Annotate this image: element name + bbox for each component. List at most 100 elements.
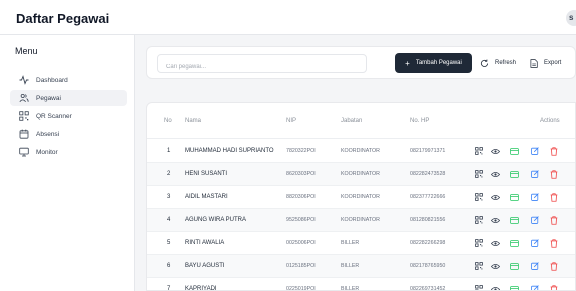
edit-icon[interactable] xyxy=(530,261,540,271)
sidebar-item-monitor[interactable]: Monitor xyxy=(10,144,127,160)
cell-no: 5 xyxy=(167,240,171,246)
header-jabatan: Jabatan xyxy=(341,118,363,124)
monitor-icon xyxy=(18,147,29,158)
trash-icon[interactable] xyxy=(549,284,559,290)
table-row: 4 AGUNG WIRA PUTRA 9525086POI KOORDINATOR 08… xyxy=(147,209,575,232)
cell-nama: HENI SUSANTI xyxy=(185,171,228,177)
search-box xyxy=(157,54,367,76)
sidebar-item-pegawai[interactable]: Pegawai xyxy=(10,90,127,106)
cell-nip: 0025006POI xyxy=(286,240,316,246)
sidebar-item-qr-scanner[interactable]: QR Scanner xyxy=(10,108,127,124)
page-title: Daftar Pegawai xyxy=(16,11,110,26)
qr-code-icon[interactable] xyxy=(474,215,484,225)
sidebar-item-label: Pegawai xyxy=(36,94,61,102)
cell-nip: 7820322POI xyxy=(286,148,316,154)
activity-icon xyxy=(18,75,29,86)
cell-nama: AGUNG WIRA PUTRA xyxy=(185,217,247,223)
card-icon[interactable] xyxy=(509,169,519,179)
eye-icon[interactable] xyxy=(490,169,500,179)
qr-code-icon[interactable] xyxy=(474,238,484,248)
file-icon xyxy=(530,58,538,68)
search-input[interactable] xyxy=(158,58,366,76)
card-icon[interactable] xyxy=(509,192,519,202)
cell-jabatan: KOORDINATOR xyxy=(341,148,380,154)
qr-code-icon[interactable] xyxy=(474,146,484,156)
edit-icon[interactable] xyxy=(530,146,540,156)
cell-no-hp: 082178765950 xyxy=(410,263,446,269)
add-employee-button[interactable]: + Tambah Pegawai xyxy=(395,53,472,73)
eye-icon[interactable] xyxy=(490,192,500,202)
avatar[interactable]: s xyxy=(566,10,576,26)
cell-jabatan: KOORDINATOR xyxy=(341,171,380,177)
cell-nip: 0125185POI xyxy=(286,263,316,269)
header-nama: Nama xyxy=(185,118,202,124)
sidebar-item-label: Monitor xyxy=(36,148,58,156)
sidebar-item-dashboard[interactable]: Dashboard xyxy=(10,72,127,88)
trash-icon[interactable] xyxy=(549,192,559,202)
sidebar-item-label: Absensi xyxy=(36,130,60,138)
card-icon[interactable] xyxy=(509,284,519,290)
edit-icon[interactable] xyxy=(530,192,540,202)
table-row: 3 AIDIL MASTARI 8820306POI KOORDINATOR 08237… xyxy=(147,186,575,209)
cell-nama: RINTI AWALIA xyxy=(185,240,225,246)
card-icon[interactable] xyxy=(509,146,519,156)
cell-nip: 8820306POI xyxy=(286,194,316,200)
eye-icon[interactable] xyxy=(490,215,500,225)
cell-no: 3 xyxy=(167,194,171,200)
cell-no-hp: 082179971371 xyxy=(410,148,446,154)
trash-icon[interactable] xyxy=(549,215,559,225)
cell-jabatan: BILLER xyxy=(341,286,360,291)
card-icon[interactable] xyxy=(509,215,519,225)
cell-nip: 0225019POI xyxy=(286,286,316,291)
trash-icon[interactable] xyxy=(549,238,559,248)
cell-nama: BAYU AGUSTI xyxy=(185,263,225,269)
cell-no: 1 xyxy=(167,148,171,154)
qr-code-icon xyxy=(18,111,29,122)
cell-no: 6 xyxy=(167,263,171,269)
cell-nama: MUHAMMAD HADI SUPRIANTO xyxy=(185,148,274,154)
edit-icon[interactable] xyxy=(530,169,540,179)
cell-jabatan: KOORDINATOR xyxy=(341,217,380,223)
trash-icon[interactable] xyxy=(549,169,559,179)
edit-icon[interactable] xyxy=(530,215,540,225)
qr-code-icon[interactable] xyxy=(474,284,484,290)
cell-no-hp: 082282266298 xyxy=(410,240,446,246)
eye-icon[interactable] xyxy=(490,238,500,248)
cell-nip: 8620303POI xyxy=(286,171,316,177)
refresh-button[interactable]: Refresh xyxy=(480,53,516,73)
menu-title: Menu xyxy=(15,46,38,56)
sidebar-item-absensi[interactable]: Absensi xyxy=(10,126,127,142)
cell-nama: AIDIL MASTARI xyxy=(185,194,228,200)
cell-no-hp: 082269731452 xyxy=(410,286,446,291)
plus-icon: + xyxy=(405,58,410,68)
header-nip: NIP xyxy=(286,118,297,124)
card-icon[interactable] xyxy=(509,261,519,271)
eye-icon[interactable] xyxy=(490,261,500,271)
qr-code-icon[interactable] xyxy=(474,261,484,271)
eye-icon[interactable] xyxy=(490,146,500,156)
eye-icon[interactable] xyxy=(490,284,500,290)
qr-code-icon[interactable] xyxy=(474,169,484,179)
cell-jabatan: BILLER xyxy=(341,240,360,246)
cell-no-hp: 082282473528 xyxy=(410,171,446,177)
toolbar-card: + Tambah Pegawai Refresh Export xyxy=(146,46,576,79)
sidebar-item-label: QR Scanner xyxy=(36,112,72,120)
trash-icon[interactable] xyxy=(549,146,559,156)
table-row: 7 KAPRIYADI 0225019POI BILLER 082269731452 xyxy=(147,278,575,291)
header-actions: Actions xyxy=(540,118,560,124)
table-row: 6 BAYU AGUSTI 0125185POI BILLER 082178765950 xyxy=(147,255,575,278)
cell-nama: KAPRIYADI xyxy=(185,286,217,291)
trash-icon[interactable] xyxy=(549,261,559,271)
cell-no: 2 xyxy=(167,171,171,177)
qr-code-icon[interactable] xyxy=(474,192,484,202)
edit-icon[interactable] xyxy=(530,238,540,248)
export-button[interactable]: Export xyxy=(530,53,561,73)
sidebar: Menu Dashboard Pegawai QR Scanner Absens… xyxy=(0,35,135,291)
table-header: No Nama NIP Jabatan No. HP Actions xyxy=(147,103,575,139)
cell-jabatan: KOORDINATOR xyxy=(341,194,380,200)
card-icon[interactable] xyxy=(509,238,519,248)
export-label: Export xyxy=(544,60,562,66)
calendar-icon xyxy=(18,129,29,140)
edit-icon[interactable] xyxy=(530,284,540,290)
top-bar: Daftar Pegawai s xyxy=(0,0,576,35)
